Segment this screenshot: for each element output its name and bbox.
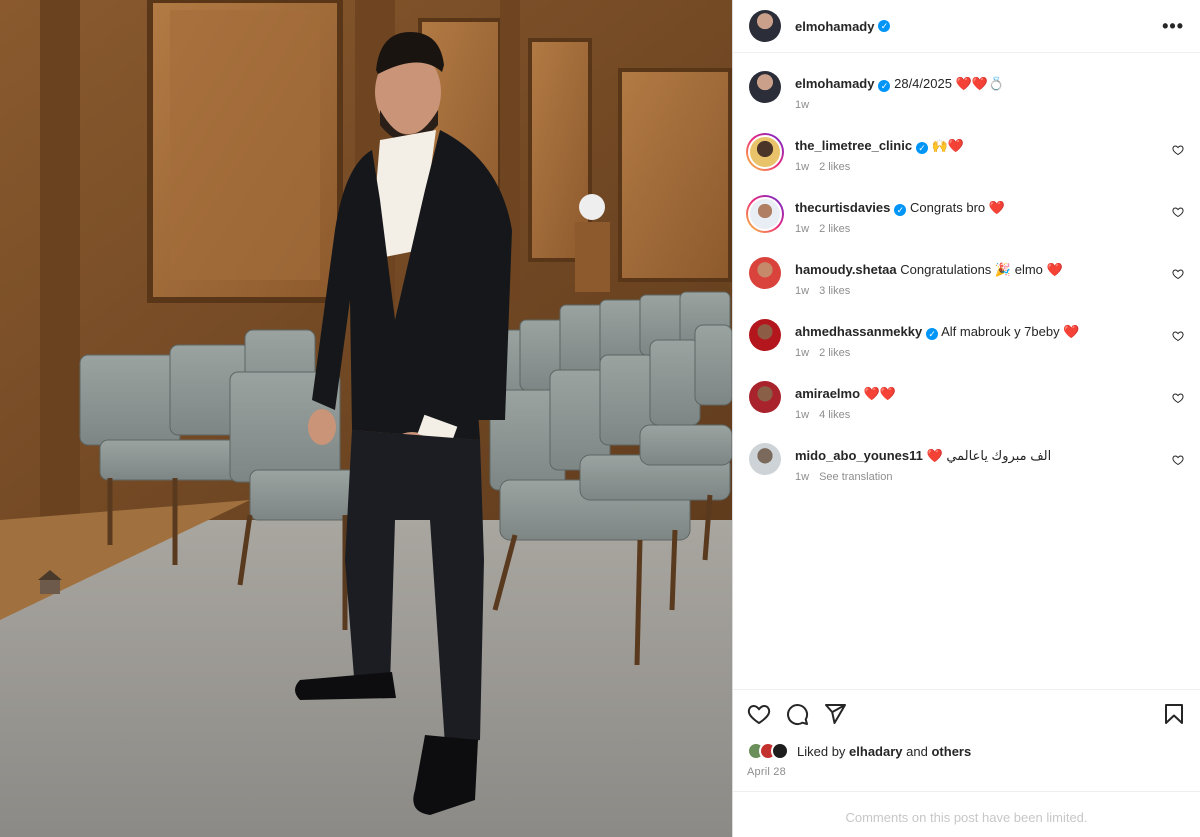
comment-username[interactable]: thecurtisdavies xyxy=(795,200,890,215)
story-ring[interactable] xyxy=(746,133,784,171)
caption-emojis: ❤️❤️💍 xyxy=(955,76,1005,91)
liked-by-others[interactable]: others xyxy=(931,744,971,759)
liked-by-prefix: Liked by xyxy=(797,743,846,759)
commenter-avatar[interactable] xyxy=(749,443,781,475)
caption-age: 1w xyxy=(795,99,810,111)
post-photo[interactable] xyxy=(0,0,732,837)
comment-username[interactable]: ahmedhassanmekky xyxy=(795,324,922,339)
comment-age: 1w xyxy=(795,409,810,421)
story-ring[interactable] xyxy=(746,195,784,233)
comment-item: thecurtisdavies ✓ Congrats bro ❤️ 1w 2 lik… xyxy=(746,195,1184,237)
comment-item: mido_abo_younes11 ❤️ الف مبروك ياعالمي 1… xyxy=(749,443,1184,485)
comment-item: hamoudy.shetaa Congratulations 🎉 elmo ❤️… xyxy=(749,257,1184,299)
caption-text: 28/4/2025 xyxy=(894,76,952,91)
like-heart-icon[interactable] xyxy=(747,702,771,726)
more-options-icon[interactable]: ••• xyxy=(1162,16,1184,37)
comment-text: Alf mabrouk y 7beby ❤️ xyxy=(941,324,1080,339)
share-paper-plane-icon[interactable] xyxy=(823,702,847,726)
commenter-avatar[interactable] xyxy=(749,257,781,289)
comment-item: ahmedhassanmekky ✓ Alf mabrouk y 7beby ❤️… xyxy=(749,319,1184,361)
commenter-avatar[interactable] xyxy=(749,381,781,413)
comment-likes[interactable]: 2 likes xyxy=(819,223,850,235)
comment-username[interactable]: hamoudy.shetaa xyxy=(795,262,897,277)
comment-like-heart-icon[interactable] xyxy=(1172,268,1184,280)
comment-likes[interactable]: 2 likes xyxy=(819,347,850,359)
comment-text: ❤️ الف مبروك ياعالمي xyxy=(926,448,1052,463)
comments-list: elmohamady ✓ 28/4/2025 ❤️❤️💍 1w the_limet… xyxy=(733,53,1200,485)
comment-likes[interactable]: 3 likes xyxy=(819,285,850,297)
comment-text: Congrats bro ❤️ xyxy=(910,200,1005,215)
post-date: April 28 xyxy=(747,766,786,778)
author-username[interactable]: elmohamady xyxy=(795,19,874,34)
verified-badge-icon: ✓ xyxy=(926,328,939,340)
comment-age: 1w xyxy=(795,471,810,483)
action-icons xyxy=(747,700,1186,728)
comment-username[interactable]: amiraelmo xyxy=(795,386,860,401)
caption: elmohamady ✓ 28/4/2025 ❤️❤️💍 1w xyxy=(749,71,1184,113)
commenter-avatar xyxy=(748,135,782,169)
comment-username[interactable]: mido_abo_younes11 xyxy=(795,448,923,463)
comment-text: ❤️❤️ xyxy=(863,386,897,401)
commenter-avatar xyxy=(748,197,782,231)
liked-by-and: and xyxy=(906,743,928,759)
author-avatar[interactable] xyxy=(749,10,781,42)
comment-text: Congratulations 🎉 elmo ❤️ xyxy=(900,262,1063,277)
comment-item: the_limetree_clinic ✓ 🙌❤️ 1w 2 likes xyxy=(746,133,1184,175)
caption-username[interactable]: elmohamady xyxy=(795,76,874,91)
comment-bubble-icon[interactable] xyxy=(785,702,809,726)
comment-age: 1w xyxy=(795,161,810,173)
comment-age: 1w xyxy=(795,223,810,235)
verified-badge-icon: ✓ xyxy=(878,80,891,92)
comment-like-heart-icon[interactable] xyxy=(1172,206,1184,218)
comment-like-heart-icon[interactable] xyxy=(1172,144,1184,156)
author-avatar[interactable] xyxy=(749,71,781,103)
comment-like-heart-icon[interactable] xyxy=(1172,454,1184,466)
commenter-avatar[interactable] xyxy=(749,319,781,351)
post-image xyxy=(0,0,732,837)
comment-likes[interactable]: 4 likes xyxy=(819,409,850,421)
see-translation-link[interactable]: See translation xyxy=(819,471,892,483)
comment-item: amiraelmo ❤️❤️ 1w 4 likes xyxy=(749,381,1184,423)
comment-text: 🙌❤️ xyxy=(931,138,965,153)
post-side-panel: elmohamady ✓ ••• elmohamady ✓ 28/4/2025 ❤… xyxy=(732,0,1200,837)
comment-age: 1w xyxy=(795,347,810,359)
verified-badge-icon: ✓ xyxy=(894,204,907,216)
liker-avatar xyxy=(771,742,789,760)
comment-likes[interactable]: 2 likes xyxy=(819,161,850,173)
comments-limited-notice: Comments on this post have been limited. xyxy=(733,791,1200,825)
save-bookmark-icon[interactable] xyxy=(1162,702,1186,726)
liked-by: Liked by elhadary and others xyxy=(747,742,1186,760)
verified-badge-icon: ✓ xyxy=(878,20,891,32)
liker-avatars xyxy=(747,742,789,760)
comment-age: 1w xyxy=(795,285,810,297)
post-actions: Liked by elhadary and others April 28 xyxy=(733,689,1200,778)
comment-username[interactable]: the_limetree_clinic xyxy=(795,138,912,153)
comment-like-heart-icon[interactable] xyxy=(1172,392,1184,404)
post-header: elmohamady ✓ ••• xyxy=(733,0,1200,53)
verified-badge-icon: ✓ xyxy=(916,142,929,154)
liked-by-user[interactable]: elhadary xyxy=(849,744,902,759)
comment-like-heart-icon[interactable] xyxy=(1172,330,1184,342)
